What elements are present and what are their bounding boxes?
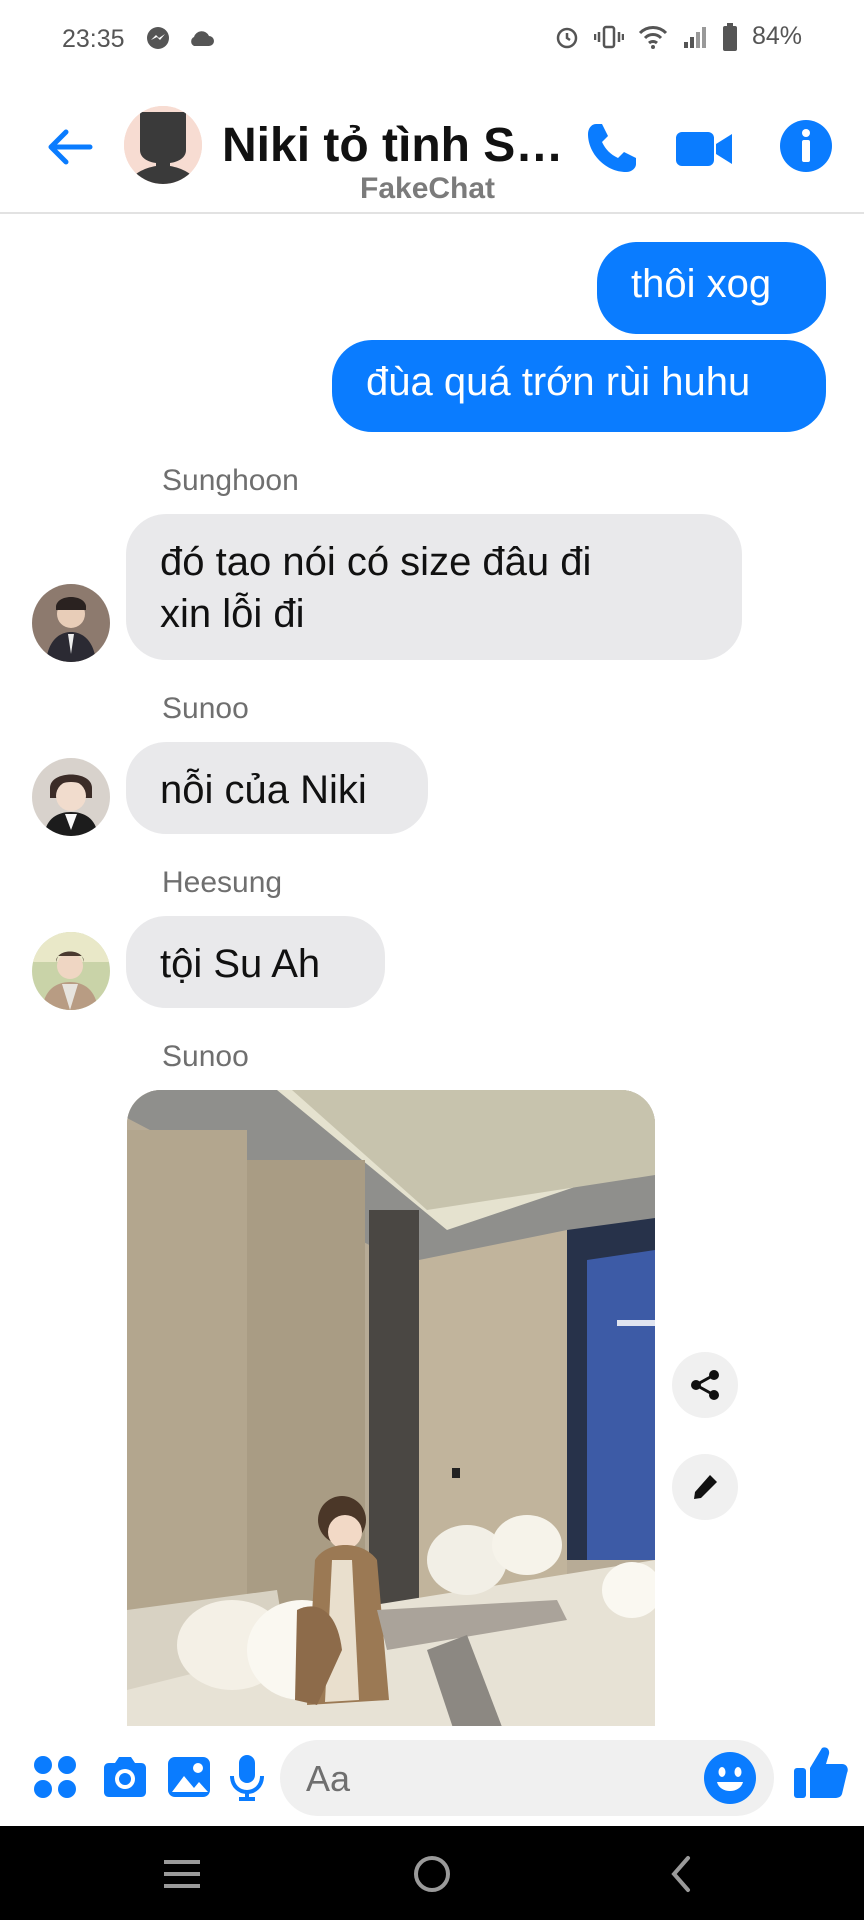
sender-name: Heesung [162, 866, 283, 899]
avatar-photo [32, 932, 110, 1010]
message-text-line: xin lỗi đi [160, 592, 305, 636]
back-nav-icon[interactable] [654, 1846, 710, 1902]
message-text-line: đó tao nói có size đâu đi [160, 540, 592, 584]
group-avatar[interactable] [124, 106, 202, 184]
battery-percentage: 84% [751, 22, 802, 50]
person-silhouette-icon [124, 106, 202, 184]
vibrate-icon [593, 25, 624, 48]
avatar[interactable] [32, 758, 110, 836]
info-icon[interactable] [778, 118, 834, 174]
signal-icon [683, 26, 706, 48]
incoming-message[interactable]: tội Su Ah [126, 916, 385, 1008]
incoming-message[interactable]: nỗi của Niki [126, 742, 428, 834]
message-input[interactable] [304, 1750, 668, 1808]
app-watermark: FakeChat [360, 172, 496, 205]
alarm-icon [556, 27, 578, 48]
apps-grid-icon[interactable] [30, 1752, 80, 1802]
sender-name: Sunghoon [162, 464, 299, 497]
recent-apps-icon[interactable] [154, 1846, 210, 1902]
message-text: đùa quá trớn rùi huhu [366, 360, 751, 404]
avatar-photo [32, 584, 110, 662]
messenger-notification-icon [147, 27, 169, 49]
phone-call-icon[interactable] [582, 118, 642, 178]
system-navigation-bar [0, 1826, 864, 1920]
share-button[interactable] [672, 1352, 738, 1418]
message-input-field[interactable] [280, 1740, 774, 1816]
pencil-icon [694, 1475, 717, 1499]
wifi-icon [638, 25, 668, 49]
outgoing-message[interactable]: thôi xog [597, 242, 826, 334]
sender-name: Sunoo [162, 1040, 249, 1073]
emoji-icon[interactable] [702, 1750, 758, 1806]
video-call-icon[interactable] [674, 122, 734, 176]
edit-button[interactable] [672, 1454, 738, 1520]
status-time: 23:35 [62, 25, 125, 53]
gallery-icon[interactable] [164, 1752, 214, 1802]
avatar[interactable] [32, 932, 110, 1010]
thumbs-up-icon[interactable] [792, 1744, 850, 1802]
share-icon [691, 1370, 719, 1400]
avatar-photo [32, 758, 110, 836]
back-arrow-icon[interactable] [42, 120, 96, 174]
incoming-message[interactable]: đó tao nói có size đâu đi xin lỗi đi [126, 514, 742, 660]
battery-icon [722, 22, 737, 51]
message-text: thôi xog [631, 262, 772, 306]
sender-name: Sunoo [162, 692, 249, 725]
message-text: tội Su Ah [160, 942, 321, 986]
conversation-header: Niki tỏ tình Su... FakeChat [0, 100, 864, 214]
status-bar: 23:35 84% [0, 0, 864, 80]
avatar[interactable] [32, 584, 110, 662]
conversation-title[interactable]: Niki tỏ tình Su... [222, 118, 567, 173]
microphone-icon[interactable] [222, 1752, 272, 1802]
camera-icon[interactable] [100, 1752, 150, 1802]
shared-photo[interactable] [127, 1090, 655, 1726]
messenger-screen: 23:35 84% Niki tỏ tình Su... FakeChat th… [0, 0, 864, 1920]
message-text: nỗi của Niki [160, 768, 367, 812]
message-list[interactable]: thôi xog đùa quá trớn rùi huhu Sunghoon … [0, 214, 864, 1726]
message-composer [0, 1726, 864, 1826]
cloud-icon [191, 31, 214, 46]
room-photo [127, 1090, 655, 1726]
outgoing-message[interactable]: đùa quá trớn rùi huhu [332, 340, 826, 432]
home-icon[interactable] [404, 1846, 460, 1902]
